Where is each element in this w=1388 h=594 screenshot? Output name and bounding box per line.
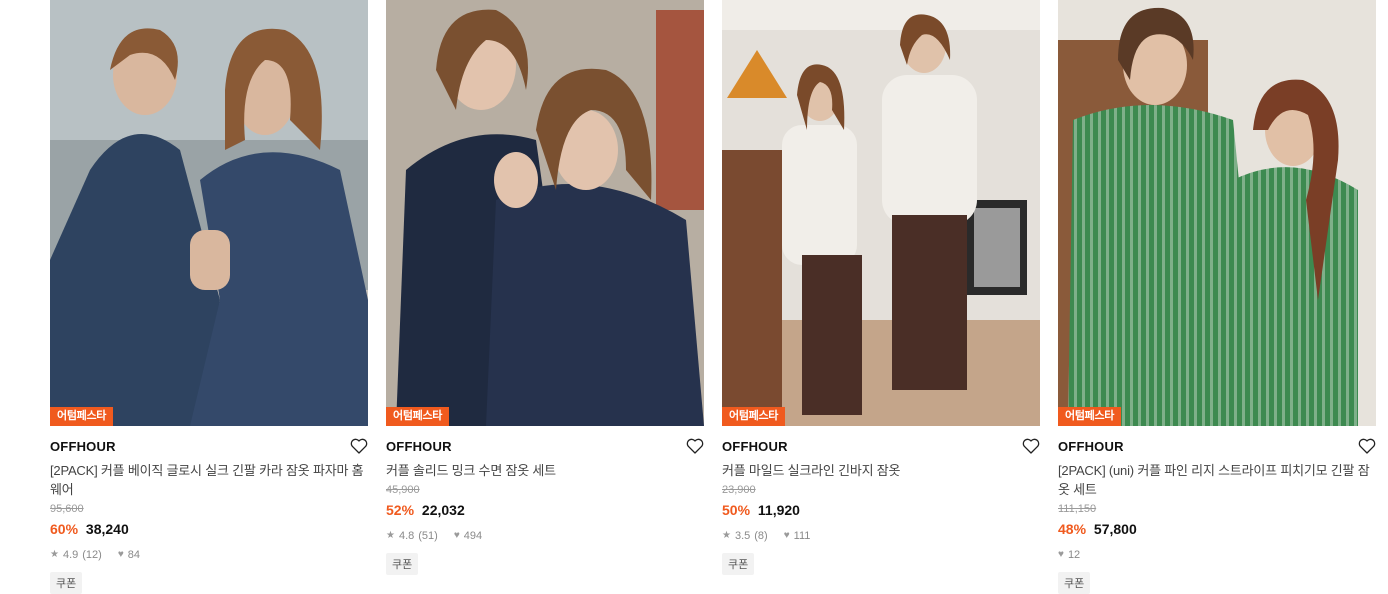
product-image[interactable]: 어텀페스타	[386, 0, 704, 426]
rating: 4.8	[398, 530, 415, 542]
event-badge: 어텀페스타	[50, 407, 114, 426]
product-meta: ★ 4.9 (12) ♥ 84	[50, 548, 368, 562]
heart-count-icon: ♥	[453, 530, 460, 541]
sale-price: 57,800	[1093, 521, 1137, 537]
like-count: 84	[127, 549, 141, 561]
price-row: 50% 11,920	[722, 501, 1040, 519]
coupon-tag: 쿠폰	[50, 572, 83, 594]
discount-rate: 52%	[386, 502, 415, 518]
heart-count-icon: ♥	[117, 549, 124, 560]
product-image[interactable]: 어텀페스타	[1058, 0, 1376, 426]
like-count: 12	[1067, 549, 1081, 561]
product-card[interactable]: 어텀페스타 OFFHOUR 커플 마일드 실크라인 긴바지 잠옷 23,900 …	[722, 0, 1040, 594]
review-count: (51)	[418, 530, 438, 542]
product-photo	[1058, 0, 1376, 426]
coupon-tag: 쿠폰	[722, 553, 755, 575]
price-row: 48% 57,800	[1058, 520, 1376, 538]
review-count: (8)	[754, 530, 768, 542]
brand-name[interactable]: OFFHOUR	[722, 439, 788, 454]
brand-name[interactable]: OFFHOUR	[1058, 439, 1124, 454]
brand-name[interactable]: OFFHOUR	[386, 439, 452, 454]
heart-icon[interactable]	[1022, 438, 1040, 454]
product-photo	[386, 0, 704, 426]
event-badge: 어텀페스타	[386, 407, 450, 426]
original-price: 111,150	[1058, 503, 1097, 515]
product-meta: ★ 4.8 (51) ♥ 494	[386, 529, 704, 543]
product-meta: ♥ 12	[1058, 548, 1376, 562]
rating: 3.5	[734, 530, 751, 542]
product-title[interactable]: 커플 마일드 실크라인 긴바지 잠옷	[722, 461, 1040, 480]
star-icon: ★	[386, 530, 395, 541]
product-card[interactable]: 어텀페스타 OFFHOUR [2PACK] 커플 베이직 글로시 실크 긴팔 카…	[50, 0, 368, 594]
original-price: 45,900	[386, 484, 420, 496]
heart-icon[interactable]	[686, 438, 704, 454]
price-row: 60% 38,240	[50, 520, 368, 538]
heart-icon[interactable]	[1358, 438, 1376, 454]
heart-count-icon: ♥	[783, 530, 790, 541]
heart-icon[interactable]	[350, 438, 368, 454]
coupon-tag: 쿠폰	[386, 553, 419, 575]
product-grid: 어텀페스타 OFFHOUR [2PACK] 커플 베이직 글로시 실크 긴팔 카…	[50, 0, 1376, 594]
star-icon: ★	[50, 549, 59, 560]
like-count: 111	[793, 530, 811, 542]
original-price: 95,600	[50, 503, 84, 515]
product-image[interactable]: 어텀페스타	[722, 0, 1040, 426]
sale-price: 22,032	[421, 502, 465, 518]
product-photo	[50, 0, 368, 426]
product-title[interactable]: 커플 솔리드 밍크 수면 잠옷 세트	[386, 461, 704, 480]
like-count: 494	[463, 530, 483, 542]
sale-price: 38,240	[85, 521, 129, 537]
product-card[interactable]: 어텀페스타 OFFHOUR 커플 솔리드 밍크 수면 잠옷 세트 45,900 …	[386, 0, 704, 594]
review-count: (12)	[82, 549, 102, 561]
star-icon: ★	[722, 530, 731, 541]
rating: 4.9	[62, 549, 79, 561]
discount-rate: 50%	[722, 502, 751, 518]
discount-rate: 48%	[1058, 521, 1087, 537]
product-photo	[722, 0, 1040, 426]
product-meta: ★ 3.5 (8) ♥ 111	[722, 529, 1040, 543]
product-image[interactable]: 어텀페스타	[50, 0, 368, 426]
sale-price: 11,920	[757, 502, 800, 518]
original-price: 23,900	[722, 484, 756, 496]
product-title[interactable]: [2PACK] 커플 베이직 글로시 실크 긴팔 카라 잠옷 파자마 홈웨어	[50, 461, 368, 499]
coupon-tag: 쿠폰	[1058, 572, 1091, 594]
brand-name[interactable]: OFFHOUR	[50, 439, 116, 454]
product-title[interactable]: [2PACK] (uni) 커플 파인 리지 스트라이프 피치기모 긴팔 잠옷 …	[1058, 461, 1376, 499]
event-badge: 어텀페스타	[1058, 407, 1122, 426]
product-card[interactable]: 어텀페스타 OFFHOUR [2PACK] (uni) 커플 파인 리지 스트라…	[1058, 0, 1376, 594]
discount-rate: 60%	[50, 521, 79, 537]
heart-count-icon: ♥	[1058, 549, 1064, 560]
event-badge: 어텀페스타	[722, 407, 786, 426]
price-row: 52% 22,032	[386, 501, 704, 519]
